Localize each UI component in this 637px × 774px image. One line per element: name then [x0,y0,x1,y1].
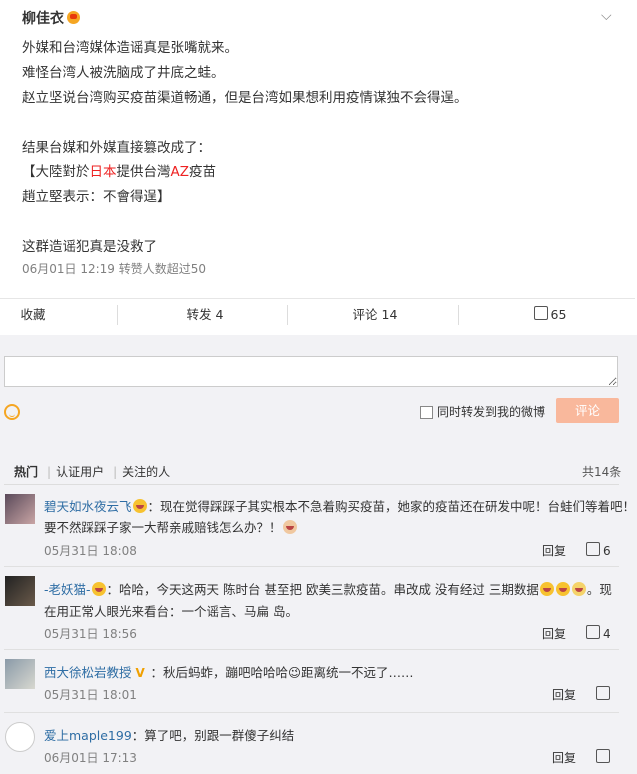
vip-icon [91,582,106,596]
comment-time: 06月01日 17:13 [44,751,137,765]
vip-badge-icon [67,11,80,24]
comment-text: ：哈哈，今天这两天 陈时台 甚至把 欧美三款疫苗。串改成 没有经过 三期数据 [106,582,539,597]
commenter-name[interactable]: 西大徐松岩教授 [44,665,132,680]
like-button[interactable]: 65 [495,299,605,333]
avatar[interactable] [5,494,35,524]
thumbs-up-icon [586,625,600,639]
comment-like-button[interactable]: 6 [586,542,611,558]
forward-label: 同时转发到我的微博 [437,405,546,419]
comment-text: ：算了吧，别跟一群傻子纠结 [131,728,295,743]
comment-line: 在用正常人眼光来看台：一个谣言、马扁 岛。 [44,604,298,619]
collect-button[interactable]: 收藏 [0,299,66,333]
comment-time: 05月31日 18:08 [44,544,137,558]
thumbs-up-icon [596,749,610,763]
divider [287,305,288,325]
post-line-2: 难怪台湾人被洗脑成了井底之蛙。 [22,65,225,81]
tab-divider: | [113,465,118,479]
submit-comment-button[interactable]: 评论 [556,398,619,423]
tab-verified[interactable]: 认证用户 [56,465,104,479]
post-line-1: 外媒和台湾媒体造谣真是张嘴就来。 [22,40,238,56]
avatar[interactable] [5,659,35,689]
comment-text: ：现在觉得踩踩子其实根本不急着购买疫苗，她家的疫苗还在研发中呢！台蛙们等着吧！ [147,499,636,514]
commenter-name[interactable]: -老妖猫- [44,582,91,597]
comment-line: 西大徐松岩教授 V ：秋后蚂蚱，蹦吧哈哈哈😉距离统一不远了…… [44,662,414,681]
reply-button[interactable]: 回复 [552,686,576,703]
post-line-3: 赵立坚说台湾购买疫苗渠道畅通，但是台湾如果想利用疫情谋独不会得逞。 [22,90,468,106]
repost-button[interactable]: 转发 4 [150,299,260,333]
comment-like-button[interactable]: 4 [586,625,611,641]
like-count: 65 [550,307,567,322]
verified-v-icon: V [135,666,145,680]
comment-time: 05月31日 18:56 [44,627,137,641]
tab-hot[interactable]: 热门 [14,465,38,479]
post-quote-line-2: 趙立堅表示：不會得逞】 [22,189,171,205]
comment-line: 爱上maple199：算了吧，别跟一群傻子纠结 [44,725,294,744]
post-meta: 06月01日 12:19 转赞人数超过50 [22,262,207,276]
comment-line: -老妖猫- ：哈哈，今天这两天 陈时台 甚至把 欧美三款疫苗。串改成 没有经过 三… [44,579,612,598]
vip-icon [132,499,147,513]
comment-like-button[interactable] [596,686,613,702]
comment-input[interactable] [4,356,618,387]
divider [4,712,619,713]
thumbs-up-icon [586,542,600,556]
laugh-emoji-icon [555,582,570,596]
post-action-bar: 收藏 转发 4 评论 14 65 [0,298,635,333]
comment-line: 碧天如水夜云飞 ：现在觉得踩踩子其实根本不急着购买疫苗，她家的疫苗还在研发中呢！台… [44,496,635,515]
divider [4,566,619,567]
emoji-icon[interactable] [4,404,20,420]
tab-divider: | [47,465,52,479]
surprised-emoji-icon [571,582,586,596]
tab-following[interactable]: 关注的人 [122,465,170,479]
post-author[interactable]: 柳佳衣 [22,8,80,28]
reply-button[interactable]: 回复 [542,625,566,642]
comment-total: 共14条 [582,465,622,479]
divider [4,484,619,485]
thumbs-up-icon [533,306,548,320]
hug-emoji-icon [282,520,297,534]
reply-button[interactable]: 回复 [552,749,576,766]
comment-line: 要不然踩踩子家一大帮亲戚赔钱怎么办？！ [44,517,298,536]
reply-button[interactable]: 回复 [542,542,566,559]
like-count: 4 [603,627,611,641]
comment-text: 。现 [586,582,612,597]
divider [4,649,619,650]
like-count: 6 [603,544,611,558]
weibo-post: 柳佳衣 ⌵ 外媒和台湾媒体造谣真是张嘴就来。 难怪台湾人被洗脑成了井底之蛙。 赵… [0,0,635,335]
divider [117,305,118,325]
author-name[interactable]: 柳佳衣 [22,11,64,27]
comment-time: 05月31日 18:01 [44,688,137,702]
comment-button[interactable]: 评论 14 [320,299,430,333]
avatar[interactable] [5,576,35,606]
comment-text: ：秋后蚂蚱，蹦吧哈哈哈😉距离统一不远了…… [150,665,414,680]
commenter-name[interactable]: 碧天如水夜云飞 [44,499,132,514]
laugh-emoji-icon [539,582,554,596]
forward-checkbox[interactable] [420,406,433,419]
post-closing-line: 这群造谣犯真是没救了 [22,239,157,255]
comment-tabs: 热门 | 认证用户 | 关注的人 [14,463,174,480]
commenter-name[interactable]: 爱上maple199 [44,728,132,743]
comment-text: 要不然踩踩子家一大帮亲戚赔钱怎么办？！ [44,520,282,535]
thumbs-up-icon [596,686,610,700]
post-quote-line-1: 【大陸對於日本提供台灣AZ疫苗 [22,164,216,180]
chevron-down-icon[interactable]: ⌵ [601,8,612,24]
avatar[interactable] [5,722,35,752]
post-line-4: 结果台媒和外媒直接篡改成了： [22,140,211,156]
comment-like-button[interactable] [596,749,613,765]
divider [458,305,459,325]
